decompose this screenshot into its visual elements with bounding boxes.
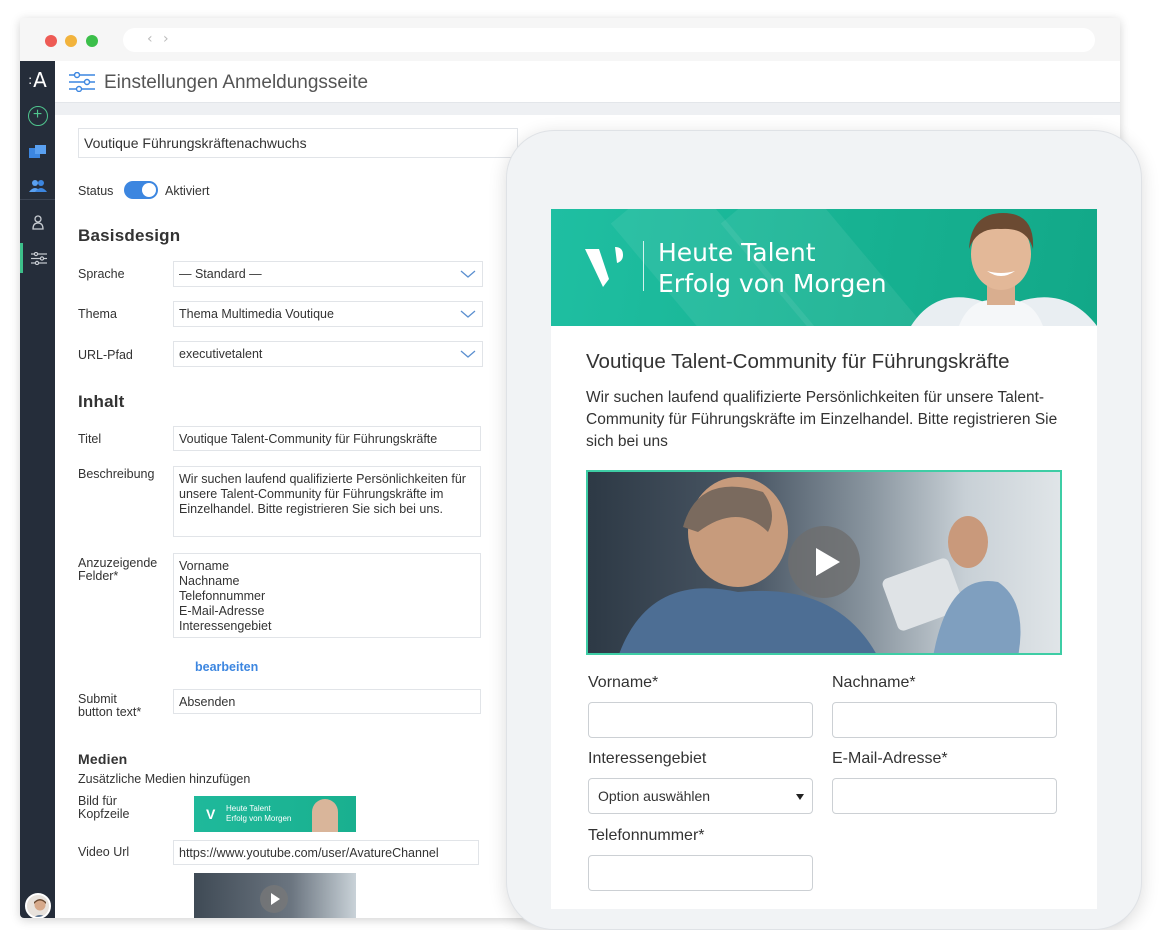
sliders-icon[interactable] (20, 243, 55, 273)
play-icon[interactable] (788, 526, 860, 598)
submit-label-line2: button text* (78, 705, 142, 719)
nachname-input[interactable] (832, 702, 1057, 738)
preview-title: Voutique Talent-Community für Führungskr… (586, 350, 1010, 373)
app-sidebar: :A + (20, 61, 55, 918)
interessengebiet-label: Interessengebiet (588, 750, 707, 767)
vorname-label: Vorname* (588, 674, 659, 691)
bild-label-line2: Kopfzeile (78, 807, 130, 821)
preview-description: Wir suchen laufend qualifizierte Persönl… (586, 389, 1058, 450)
page-name-input[interactable]: Voutique Führungskräftenachwuchs (78, 128, 518, 158)
beschreibung-textarea[interactable]: Wir suchen laufend qualifizierte Persönl… (173, 466, 481, 537)
people-icon[interactable] (20, 171, 55, 201)
medien-subheading: Zusätzliche Medien hinzufügen (78, 772, 251, 786)
basisdesign-heading: Basisdesign (78, 226, 181, 245)
title-bar: ‹ › (20, 18, 1120, 61)
brand-logo-icon: V (206, 806, 216, 822)
header-divider (55, 103, 1120, 115)
sprache-value: — Standard — (179, 267, 262, 281)
play-icon[interactable] (260, 885, 288, 913)
vorname-input[interactable] (588, 702, 813, 738)
interessengebiet-select[interactable]: Option auswählen (588, 778, 813, 814)
telefon-input[interactable] (588, 855, 813, 891)
banner-separator (643, 241, 644, 291)
sprache-label: Sprache (78, 267, 125, 281)
chevron-down-icon (460, 270, 476, 278)
person-photo (312, 799, 338, 832)
close-window-button[interactable] (45, 35, 57, 47)
beschreibung-label: Beschreibung (78, 467, 155, 481)
felder-item: E-Mail-Adresse (179, 604, 265, 618)
thema-value: Thema Multimedia Voutique (179, 307, 334, 321)
nachname-label: Nachname* (832, 674, 916, 691)
medien-heading: Medien (78, 751, 128, 767)
felder-item: Nachname (179, 574, 240, 588)
status-label: Status (78, 184, 114, 198)
email-input[interactable] (832, 778, 1057, 814)
url-select[interactable]: executivetalent (173, 341, 483, 367)
thema-select[interactable]: Thema Multimedia Voutique (173, 301, 483, 327)
titel-label: Titel (78, 432, 102, 446)
page-header: Einstellungen Anmeldungsseite (55, 61, 1120, 103)
minimize-window-button[interactable] (65, 35, 77, 47)
sprache-select[interactable]: — Standard — (173, 261, 483, 287)
select-placeholder: Option auswählen (598, 788, 711, 804)
maximize-window-button[interactable] (86, 35, 98, 47)
email-label: E-Mail-Adresse* (832, 750, 948, 767)
app-logo[interactable]: :A (20, 65, 55, 95)
banner-line1: Heute Talent (658, 238, 816, 267)
felder-label-line2: Felder* (78, 569, 119, 583)
preview-banner: Heute Talent Erfolg von Morgen (551, 209, 1097, 326)
thema-label: Thema (78, 307, 117, 321)
user-avatar[interactable] (25, 893, 51, 918)
brand-logo-icon (585, 247, 623, 287)
plus-circle-icon[interactable]: + (20, 101, 55, 131)
chevron-down-icon (460, 310, 476, 318)
sliders-icon (69, 71, 95, 97)
url-value: executivetalent (179, 347, 263, 361)
felder-item: Vorname (179, 559, 230, 573)
nav-arrows-icon[interactable]: ‹ › (147, 31, 172, 47)
url-label: URL-Pfad (78, 348, 133, 362)
submit-text-input[interactable]: Absenden (173, 689, 481, 714)
thumb-line2: Erfolg von Morgen (226, 814, 292, 823)
page-title: Einstellungen Anmeldungsseite (104, 72, 369, 93)
tablet-preview-screen: Heute Talent Erfolg von Morgen Voutique … (551, 209, 1097, 909)
status-toggle[interactable] (124, 181, 158, 199)
titel-input[interactable]: Voutique Talent-Community für Führungskr… (173, 426, 481, 451)
status-value: Aktiviert (165, 184, 210, 198)
felder-item: Interessengebiet (179, 619, 272, 633)
inhalt-heading: Inhalt (78, 392, 125, 411)
person-icon[interactable] (20, 207, 55, 237)
felder-item: Telefonnummer (179, 589, 266, 603)
person-photo (911, 213, 1097, 326)
thumb-line1: Heute Talent (226, 804, 271, 813)
toggle-knob (142, 183, 156, 197)
video-thumbnail[interactable] (194, 873, 356, 918)
address-bar[interactable]: ‹ › (123, 28, 1095, 52)
bearbeiten-link[interactable]: bearbeiten (195, 660, 258, 674)
felder-list[interactable]: Vorname Nachname Telefonnummer E-Mail-Ad… (173, 553, 481, 638)
banner-line2: Erfolg von Morgen (658, 269, 887, 298)
chevron-down-icon (460, 350, 476, 358)
telefon-label: Telefonnummer* (588, 827, 705, 844)
caret-down-icon (796, 794, 804, 800)
video-url-label: Video Url (78, 845, 130, 859)
preview-video[interactable] (586, 470, 1062, 655)
header-image-thumbnail[interactable]: V Heute Talent Erfolg von Morgen (194, 796, 356, 832)
video-url-input[interactable]: https://www.youtube.com/user/AvatureChan… (173, 840, 479, 865)
folders-icon[interactable] (20, 137, 55, 167)
